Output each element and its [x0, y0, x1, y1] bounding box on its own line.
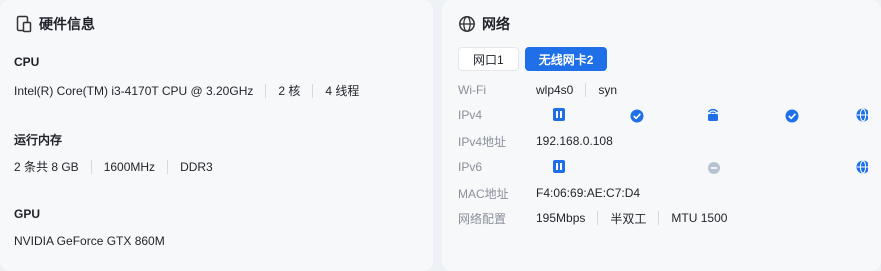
- internet-globe-icon: [856, 160, 868, 174]
- memory-section-title: 运行内存: [14, 133, 63, 147]
- router-icon: [707, 108, 719, 121]
- device-icon: [15, 15, 33, 33]
- network-title: 网络: [482, 16, 510, 32]
- divider: [265, 83, 267, 98]
- network-card: 网络 网口1 无线网卡2 Wi-Fi wlp4s0 syn IPv4 IPv4地…: [442, 0, 881, 271]
- tab-ethernet-1[interactable]: 网口1: [458, 47, 519, 71]
- cpu-cores: 2 核: [278, 84, 301, 98]
- status-dot-icon: [708, 162, 720, 174]
- mtu-value: MTU 1500: [671, 211, 728, 225]
- network-config-label: 网络配置: [458, 211, 507, 226]
- hardware-info-header: 硬件信息: [15, 14, 95, 34]
- tab-wireless-2[interactable]: 无线网卡2: [524, 47, 608, 71]
- divider: [312, 83, 314, 98]
- check-icon: [785, 109, 799, 123]
- ipv6-connection-diagram: [553, 160, 868, 174]
- divider: [167, 159, 169, 174]
- ipv6-row: IPv6: [458, 158, 868, 176]
- link-speed: 195Mbps: [536, 211, 586, 225]
- memory-type: DDR3: [180, 159, 213, 174]
- wifi-label: Wi-Fi: [458, 83, 486, 97]
- globe-icon: [458, 15, 476, 33]
- wifi-interface: wlp4s0: [536, 83, 574, 97]
- divider: [585, 83, 587, 97]
- cpu-details: Intel(R) Core(TM) i3-4170T CPU @ 3.20GHz…: [14, 82, 359, 99]
- memory-frequency: 1600MHz: [103, 159, 156, 174]
- hardware-info-title: 硬件信息: [39, 16, 95, 32]
- wifi-ssid: syn: [598, 83, 618, 97]
- memory-details: 2 条共 8 GB 1600MHz DDR3: [14, 158, 213, 175]
- mac-address-label: MAC地址: [458, 186, 509, 201]
- ipv4-address-row: IPv4地址 192.168.0.108: [458, 132, 868, 150]
- ipv4-connection-diagram: [553, 108, 868, 123]
- divider: [597, 211, 599, 225]
- cpu-section-title: CPU: [14, 55, 40, 69]
- duplex-mode: 半双工: [610, 211, 647, 226]
- mac-address-value: F4:06:69:AE:C7:D4: [536, 186, 641, 200]
- mac-address-row: MAC地址 F4:06:69:AE:C7:D4: [458, 184, 868, 202]
- network-adapter-tabs: 网口1 无线网卡2: [458, 47, 613, 71]
- network-header: 网络: [458, 14, 510, 34]
- internet-globe-icon: [856, 108, 868, 122]
- wifi-row: Wi-Fi wlp4s0 syn: [458, 81, 868, 99]
- cpu-model: Intel(R) Core(TM) i3-4170T CPU @ 3.20GHz: [14, 83, 254, 98]
- adapter-icon: [553, 108, 565, 121]
- cpu-threads: 4 线程: [325, 84, 360, 98]
- gpu-section-title: GPU: [14, 207, 41, 221]
- gpu-model: NVIDIA GeForce GTX 860M: [14, 234, 165, 248]
- memory-size: 2 条共 8 GB: [14, 160, 79, 174]
- ipv4-row: IPv4: [458, 106, 868, 124]
- check-icon: [630, 109, 644, 123]
- adapter-icon: [553, 160, 565, 173]
- divider: [658, 211, 660, 225]
- network-config-row: 网络配置 195Mbps 半双工 MTU 1500: [458, 209, 868, 227]
- ipv4-address-label: IPv4地址: [458, 134, 507, 149]
- hardware-info-card: 硬件信息 CPU Intel(R) Core(TM) i3-4170T CPU …: [0, 0, 433, 271]
- divider: [90, 159, 92, 174]
- ipv4-address-value: 192.168.0.108: [536, 134, 613, 148]
- gpu-details: NVIDIA GeForce GTX 860M: [14, 234, 165, 248]
